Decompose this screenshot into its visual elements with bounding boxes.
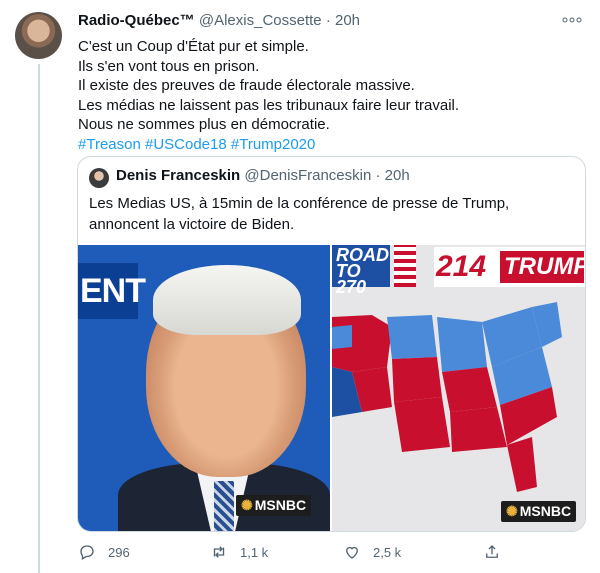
msnbc-logo: ✺ MSNBC <box>236 495 312 516</box>
road-line-2: TO 270 <box>336 261 367 297</box>
like-icon <box>346 546 358 559</box>
tie-shape <box>214 481 234 531</box>
author-avatar[interactable] <box>15 12 62 59</box>
msnbc-logo: ✺ MSNBC <box>501 501 577 522</box>
quoted-tweet[interactable]: Denis Franceskin @DenisFranceskin · 20h … <box>77 156 586 532</box>
author-handle[interactable]: @Alexis_Cossette <box>199 12 322 29</box>
quoted-line: annoncent la victoire de Biden. <box>89 216 295 233</box>
reply-icon <box>80 545 94 560</box>
msnbc-logo-text: MSNBC <box>519 503 572 519</box>
reply-button[interactable]: 296 <box>78 541 130 563</box>
quoted-text: Les Medias US, à 15min de la conférence … <box>89 193 579 235</box>
tweet-timestamp[interactable]: 20h <box>335 12 360 29</box>
us-electoral-map <box>332 302 562 492</box>
quoted-timestamp[interactable]: 20h <box>385 167 410 184</box>
like-button[interactable]: 2,5 k <box>343 541 401 563</box>
share-button[interactable] <box>483 541 501 563</box>
quoted-handle[interactable]: @DenisFranceskin <box>244 167 371 184</box>
tv-banner-text: ENT <box>78 263 146 319</box>
retweet-button[interactable]: 1,1 k <box>210 541 268 563</box>
header-separator: · <box>325 12 331 29</box>
retweet-count: 1,1 k <box>240 544 269 560</box>
quoted-tweet-header: Denis Franceskin @DenisFranceskin · 20h <box>116 167 410 184</box>
electoral-count: 214 <box>436 250 487 283</box>
candidate-name: TRUMP <box>500 251 585 283</box>
quoted-author-avatar[interactable] <box>89 168 109 188</box>
tweet-header: Radio-Québec™ @Alexis_Cossette · 20h <box>78 12 360 29</box>
map-region-north-blue <box>387 315 437 359</box>
reply-count: 296 <box>108 544 130 560</box>
hashtag-links[interactable]: #Treason #USCode18 #Trump2020 <box>78 135 588 155</box>
map-region-central-red <box>442 367 497 412</box>
tweet-line: Les médias ne laissent pas les tribunaux… <box>78 96 460 114</box>
tweet-line: Ils s'en vont tous en prison. <box>78 57 260 75</box>
electoral-map-photo[interactable]: ROAD TO 270 214 TRUMP ✺ MSNBC <box>332 245 585 531</box>
ellipsis-icon[interactable] <box>562 12 586 24</box>
biden-photo[interactable]: ENT ✺ MSNBC <box>78 245 330 531</box>
peacock-icon: ✺ <box>506 503 518 519</box>
tweet-line: Il existe des preuves de fraude électora… <box>78 77 415 95</box>
quoted-line: Les Medias US, à 15min de la conférence … <box>89 195 510 212</box>
msnbc-logo-text: MSNBC <box>254 497 307 513</box>
map-region-blue-light <box>332 325 352 349</box>
author-display-name[interactable]: Radio-Québec™ <box>78 12 195 29</box>
share-icon <box>486 545 498 558</box>
road-to-270-graphic: ROAD TO 270 <box>332 245 390 296</box>
thread-line <box>38 64 40 573</box>
tweet-line: C'est un Coup d'État pur et simple. <box>78 38 309 55</box>
map-region-southeast-red <box>450 407 507 452</box>
peacock-icon: ✺ <box>241 497 253 513</box>
retweet-icon <box>213 546 225 558</box>
quoted-media: ENT ✺ MSNBC ROAD TO 270 214 TRUMP ✺ MSNB… <box>78 245 585 531</box>
tweet-actions: 296 1,1 k 2,5 k <box>78 541 588 563</box>
tweet-line: Nous ne sommes plus en démocratie. <box>78 116 330 134</box>
map-region-florida-red <box>507 437 537 492</box>
map-region-south-red <box>394 397 450 452</box>
hair-shape <box>153 265 301 335</box>
map-region-plains-red <box>392 357 442 402</box>
like-count: 2,5 k <box>373 544 402 560</box>
tweet-text: C'est un Coup d'État pur et simple. Ils … <box>78 37 588 155</box>
map-region-midwest-blue <box>437 317 487 372</box>
stripes-graphic <box>394 245 416 287</box>
quoted-display-name[interactable]: Denis Franceskin <box>116 167 240 184</box>
quoted-separator: · <box>375 167 381 184</box>
